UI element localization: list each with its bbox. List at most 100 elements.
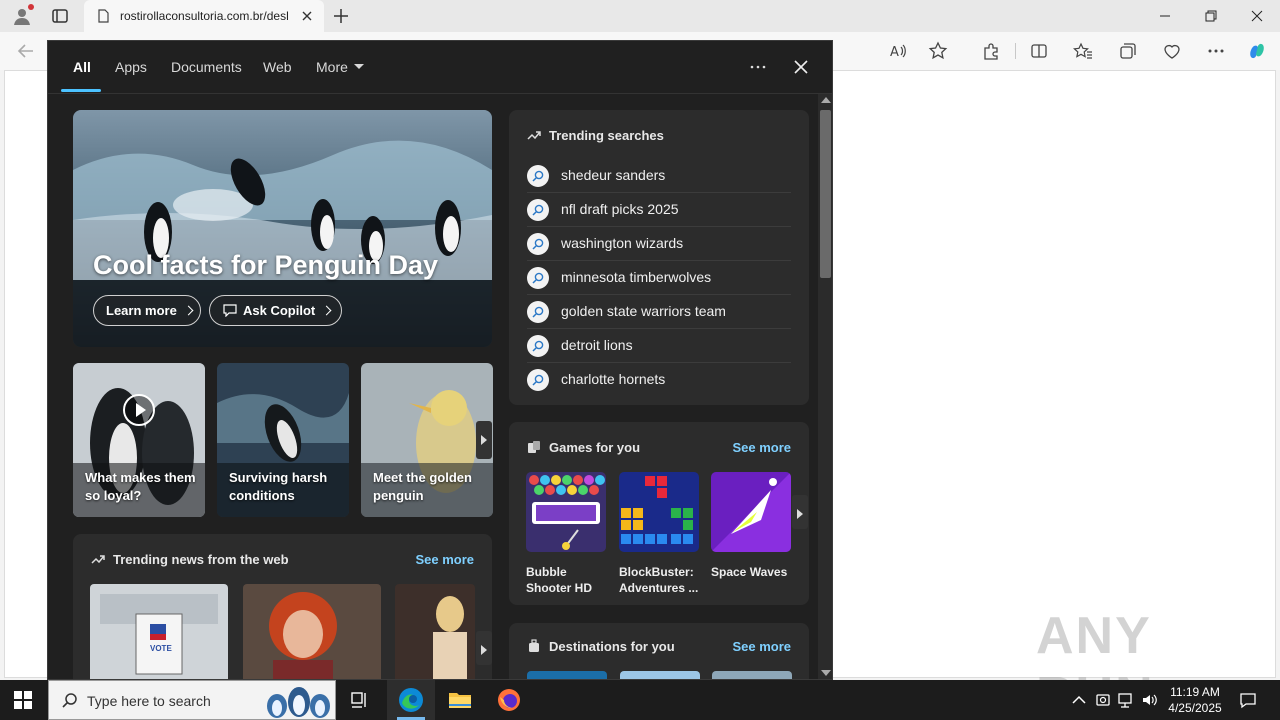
volume-icon[interactable] (1141, 691, 1159, 709)
game-space-waves[interactable]: Space Waves (711, 472, 791, 580)
trending-search-item[interactable]: shedeur sanders (527, 159, 791, 193)
read-aloud-icon[interactable]: A (888, 41, 908, 61)
destination-thumb[interactable] (620, 671, 700, 679)
page-icon (98, 9, 109, 23)
split-screen-icon[interactable] (1029, 41, 1049, 61)
close-flyout-icon[interactable] (791, 57, 811, 77)
taskbar-clock[interactable]: 11:19 AM 4/25/2025 (1160, 684, 1230, 716)
new-tab-icon[interactable] (332, 7, 350, 25)
tab-more[interactable]: More (316, 59, 364, 75)
ask-copilot-button[interactable]: Ask Copilot (209, 295, 342, 326)
notifications-icon[interactable] (1239, 691, 1257, 709)
card-label: Surviving harsh conditions (229, 470, 328, 503)
game-blockbuster[interactable]: BlockBuster: Adventures ... (619, 472, 699, 596)
close-tab-icon[interactable] (300, 9, 314, 23)
scroll-thumb[interactable] (820, 110, 831, 278)
trending-search-text: charlotte hornets (561, 371, 666, 387)
favorites-icon[interactable] (1073, 41, 1093, 61)
browser-tab-bar: rostirollaconsultoria.com.br/desl (0, 0, 1280, 32)
blockbuster-thumbnail (619, 472, 699, 552)
destinations-title: Destinations for you (549, 639, 675, 654)
trending-search-text: detroit lions (561, 337, 633, 353)
close-window-button[interactable] (1234, 0, 1280, 32)
scroll-down-icon[interactable] (821, 670, 831, 676)
task-view-button[interactable] (336, 680, 384, 720)
browser-essentials-icon[interactable] (1162, 41, 1182, 61)
tab-title: rostirollaconsultoria.com.br/desl (120, 9, 289, 23)
tab-web[interactable]: Web (263, 59, 292, 75)
search-icon (527, 199, 549, 221)
search-highlight-penguins-icon (267, 687, 330, 718)
card-golden[interactable]: Meet the golden penguin (361, 363, 493, 517)
hero-card[interactable]: Cool facts for Penguin Day Learn more As… (73, 110, 492, 347)
trending-search-text: nfl draft picks 2025 (561, 201, 679, 217)
windows-start-icon[interactable] (14, 691, 32, 709)
tab-more-label: More (316, 59, 348, 75)
task-view-icon (351, 692, 366, 708)
copilot-icon[interactable] (1247, 41, 1267, 61)
hero-title: Cool facts for Penguin Day (93, 250, 439, 280)
space-waves-thumbnail (711, 472, 791, 552)
search-placeholder: Type here to search (87, 693, 211, 709)
settings-more-icon[interactable] (1206, 41, 1226, 61)
firefox-button[interactable] (485, 680, 533, 720)
edge-taskbar-button[interactable] (387, 680, 435, 720)
news-thumb-woman[interactable] (243, 584, 381, 679)
games-header: Games for you (527, 440, 640, 455)
news-see-more-link[interactable]: See more (415, 552, 474, 567)
trending-searches-header: Trending searches (527, 128, 664, 143)
trending-search-item[interactable]: golden state warriors team (527, 295, 791, 329)
chevron-right-icon (183, 305, 194, 316)
trending-arrow-icon (91, 555, 105, 564)
trending-search-item[interactable]: minnesota timberwolves (527, 261, 791, 295)
destinations-see-more-link[interactable]: See more (732, 639, 791, 654)
network-icon[interactable] (1117, 691, 1135, 709)
scroll-up-icon[interactable] (821, 97, 831, 103)
games-see-more-link[interactable]: See more (732, 440, 791, 455)
trending-search-item[interactable]: charlotte hornets (527, 363, 791, 397)
minimize-button[interactable] (1142, 0, 1188, 32)
card-loyal[interactable]: What makes them so loyal? (73, 363, 205, 517)
extensions-icon[interactable] (981, 41, 1001, 61)
trending-search-item[interactable]: detroit lions (527, 329, 791, 363)
restore-button[interactable] (1188, 0, 1234, 32)
trending-search-item[interactable]: washington wizards (527, 227, 791, 261)
file-explorer-button[interactable] (436, 680, 484, 720)
news-thumb-event[interactable] (395, 584, 475, 679)
trending-news-header: Trending news from the web (91, 552, 289, 567)
more-options-icon[interactable] (748, 57, 768, 77)
favorite-star-icon[interactable] (928, 41, 948, 61)
news-next-button[interactable] (476, 631, 492, 665)
tab-apps[interactable]: Apps (115, 59, 147, 75)
show-hidden-icons-icon[interactable] (1070, 691, 1088, 709)
tab-actions-icon[interactable] (50, 6, 70, 26)
restore-icon (1205, 10, 1217, 22)
flyout-scrollbar[interactable] (818, 94, 832, 679)
cards-next-button[interactable] (476, 421, 492, 459)
news-thumb-vote[interactable]: VOTE (90, 584, 228, 679)
taskbar-search-box[interactable]: Type here to search (48, 680, 336, 720)
games-next-button[interactable] (792, 495, 808, 529)
game-bubble-shooter[interactable]: Bubble Shooter HD (526, 472, 606, 596)
collections-icon[interactable] (1118, 41, 1138, 61)
card-label: What makes them so loyal? (85, 470, 196, 503)
defender-icon[interactable] (1094, 691, 1112, 709)
card-harsh[interactable]: Surviving harsh conditions (217, 363, 349, 517)
destination-thumb[interactable] (527, 671, 607, 679)
tab-documents[interactable]: Documents (171, 59, 242, 75)
tab-all[interactable]: All (73, 59, 91, 75)
trending-search-item[interactable]: nfl draft picks 2025 (527, 193, 791, 227)
browser-tab[interactable]: rostirollaconsultoria.com.br/desl (84, 0, 324, 32)
taskbar: Type here to search 11:19 AM 4/25/2025 (0, 680, 1280, 720)
trending-search-text: washington wizards (561, 235, 684, 251)
back-arrow-icon[interactable] (16, 41, 36, 61)
flyout-header: All Apps Documents Web More (48, 41, 832, 94)
destination-thumb[interactable] (712, 671, 792, 679)
clock-time: 11:19 AM (1170, 685, 1220, 699)
bubble-shooter-thumbnail (526, 472, 606, 552)
clock-date: 4/25/2025 (1168, 701, 1222, 715)
play-video-icon[interactable] (123, 394, 155, 426)
game-name-line1: BlockBuster: (619, 565, 694, 579)
search-icon (527, 233, 549, 255)
learn-more-button[interactable]: Learn more (93, 295, 201, 326)
